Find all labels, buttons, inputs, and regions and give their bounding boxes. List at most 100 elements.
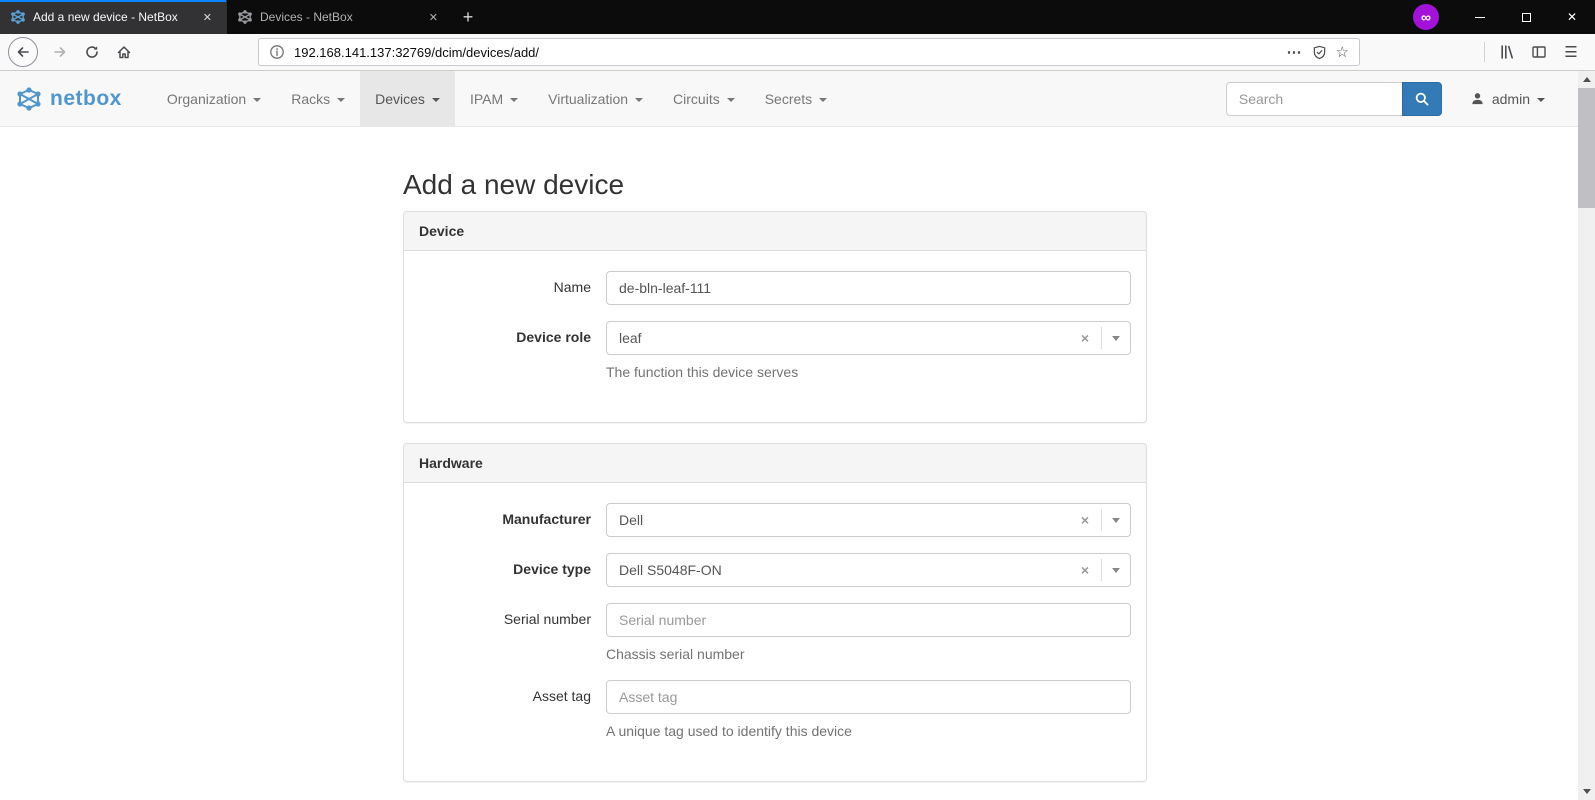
field-label: Asset tag bbox=[532, 688, 591, 704]
page-actions-icon[interactable]: ⋯ bbox=[1287, 43, 1303, 61]
library-icon bbox=[1501, 45, 1513, 59]
reload-button[interactable] bbox=[76, 37, 108, 67]
form-field: Name bbox=[419, 271, 1131, 305]
field-help: The function this device serves bbox=[606, 364, 799, 380]
search-group bbox=[1225, 81, 1442, 116]
browser-titlebar: Add a new device - NetBox ✕ Devices - Ne… bbox=[0, 0, 1595, 34]
nav-item-ipam[interactable]: IPAM bbox=[455, 71, 533, 126]
url-bar[interactable]: 192.168.141.137:32769/dcim/devices/add/ … bbox=[258, 38, 1360, 66]
site-info-icon[interactable] bbox=[269, 44, 285, 60]
netbox-brand-text: netbox bbox=[50, 86, 122, 110]
form-panel: Hardware Manufacturer Dell × Device type… bbox=[403, 443, 1147, 782]
form-field: Serial number Chassis serial number bbox=[419, 603, 1131, 664]
nav-item-label: Virtualization bbox=[548, 90, 629, 107]
browser-tab-inactive[interactable]: Devices - NetBox ✕ bbox=[226, 0, 452, 34]
select-value: leaf bbox=[619, 330, 642, 346]
chevron-down-icon[interactable] bbox=[1102, 568, 1130, 573]
chevron-down-icon[interactable] bbox=[1102, 518, 1130, 523]
search-icon bbox=[1415, 92, 1429, 105]
chevron-down-icon bbox=[635, 97, 644, 102]
search-input[interactable] bbox=[1225, 81, 1402, 116]
nav-item-label: IPAM bbox=[469, 90, 504, 107]
tab-close-icon[interactable]: ✕ bbox=[425, 9, 442, 26]
hamburger-menu-icon: ☰ bbox=[1564, 44, 1578, 61]
field-help: A unique tag used to identify this devic… bbox=[606, 723, 852, 739]
extension-badge-icon[interactable]: ∞ bbox=[1413, 4, 1439, 30]
window-maximize-button[interactable] bbox=[1503, 0, 1549, 34]
url-text: 192.168.141.137:32769/dcim/devices/add/ bbox=[294, 44, 540, 60]
navbar-right: admin bbox=[1225, 71, 1545, 126]
form-panel: Device Name Device role leaf × The funct… bbox=[403, 211, 1147, 423]
nav-item-devices[interactable]: Devices bbox=[360, 71, 455, 126]
field-control: Dell S5048F-ON × bbox=[606, 553, 1131, 587]
menu-button[interactable]: ☰ bbox=[1555, 37, 1587, 67]
shield-icon[interactable] bbox=[1312, 45, 1327, 60]
navbar-items: Organization Racks Devices IPAM Virtuali… bbox=[152, 71, 842, 126]
chevron-down-icon bbox=[253, 97, 262, 102]
library-button[interactable] bbox=[1491, 37, 1523, 67]
page-scrollbar[interactable] bbox=[1578, 71, 1595, 800]
clear-icon[interactable]: × bbox=[1069, 562, 1101, 578]
nav-item-label: Racks bbox=[291, 90, 331, 107]
select-value: Dell bbox=[619, 512, 644, 528]
sidebar-icon bbox=[1532, 46, 1546, 58]
bookmark-star-icon[interactable]: ☆ bbox=[1336, 43, 1349, 61]
chevron-down-icon[interactable] bbox=[1102, 336, 1130, 341]
home-icon bbox=[117, 46, 131, 59]
tab-title: Devices - NetBox bbox=[260, 10, 353, 24]
panel-body: Name Device role leaf × The function thi… bbox=[404, 251, 1146, 422]
select-control[interactable]: Dell × bbox=[606, 503, 1131, 537]
scrollbar-thumb[interactable] bbox=[1578, 88, 1595, 208]
field-help: Chassis serial number bbox=[606, 646, 745, 662]
form-field: Manufacturer Dell × bbox=[419, 503, 1131, 537]
text-input[interactable] bbox=[606, 680, 1131, 714]
browser-tab-active[interactable]: Add a new device - NetBox ✕ bbox=[0, 0, 226, 34]
nav-item-organization[interactable]: Organization bbox=[152, 71, 276, 126]
select-control[interactable]: Dell S5048F-ON × bbox=[606, 553, 1131, 587]
panels: Device Name Device role leaf × The funct… bbox=[403, 211, 1147, 782]
nav-item-virtualization[interactable]: Virtualization bbox=[533, 71, 658, 126]
netbox-favicon-icon bbox=[11, 10, 25, 24]
tab-title: Add a new device - NetBox bbox=[33, 10, 178, 24]
field-control: Dell × bbox=[606, 503, 1131, 537]
clear-icon[interactable]: × bbox=[1069, 330, 1101, 346]
scroll-down-icon[interactable] bbox=[1578, 783, 1595, 800]
field-label: Device type bbox=[513, 561, 591, 577]
browser-toolbar: 192.168.141.137:32769/dcim/devices/add/ … bbox=[0, 34, 1595, 71]
field-control: leaf × The function this device serves bbox=[606, 321, 1131, 382]
select-value: Dell S5048F-ON bbox=[619, 562, 722, 578]
panel-title: Hardware bbox=[404, 444, 1146, 483]
search-button[interactable] bbox=[1401, 81, 1442, 116]
back-button[interactable] bbox=[8, 37, 38, 67]
window-close-button[interactable]: ✕ bbox=[1549, 0, 1595, 34]
username: admin bbox=[1491, 90, 1530, 107]
netbox-logo[interactable]: netbox bbox=[15, 71, 122, 126]
forward-arrow-icon bbox=[54, 47, 66, 57]
user-menu[interactable]: admin bbox=[1470, 91, 1545, 107]
chevron-down-icon bbox=[819, 97, 828, 102]
select-control[interactable]: leaf × bbox=[606, 321, 1131, 355]
forward-button[interactable] bbox=[44, 37, 76, 67]
netbox-favicon-icon bbox=[238, 10, 252, 24]
home-button[interactable] bbox=[108, 37, 140, 67]
form-field: Device type Dell S5048F-ON × bbox=[419, 553, 1131, 587]
sidebar-toggle-button[interactable] bbox=[1523, 37, 1555, 67]
tab-close-icon[interactable]: ✕ bbox=[199, 9, 216, 26]
clear-icon[interactable]: × bbox=[1069, 512, 1101, 528]
page-title: Add a new device bbox=[403, 169, 625, 200]
text-input[interactable] bbox=[606, 271, 1131, 305]
chevron-down-icon bbox=[431, 97, 440, 102]
nav-item-secrets[interactable]: Secrets bbox=[750, 71, 842, 126]
nav-item-racks[interactable]: Racks bbox=[276, 71, 360, 126]
chevron-down-icon bbox=[1537, 97, 1545, 102]
window-minimize-button[interactable] bbox=[1457, 0, 1503, 34]
minimize-icon bbox=[1475, 16, 1485, 18]
nav-item-circuits[interactable]: Circuits bbox=[658, 71, 750, 126]
back-arrow-icon bbox=[17, 47, 29, 57]
new-tab-button[interactable]: + bbox=[452, 0, 484, 34]
field-label: Name bbox=[553, 279, 591, 295]
form-field: Device role leaf × The function this dev… bbox=[419, 321, 1131, 382]
web-content: netbox Organization Racks Devices IPAM V… bbox=[0, 71, 1595, 800]
text-input[interactable] bbox=[606, 603, 1131, 637]
scroll-up-icon[interactable] bbox=[1578, 71, 1595, 88]
